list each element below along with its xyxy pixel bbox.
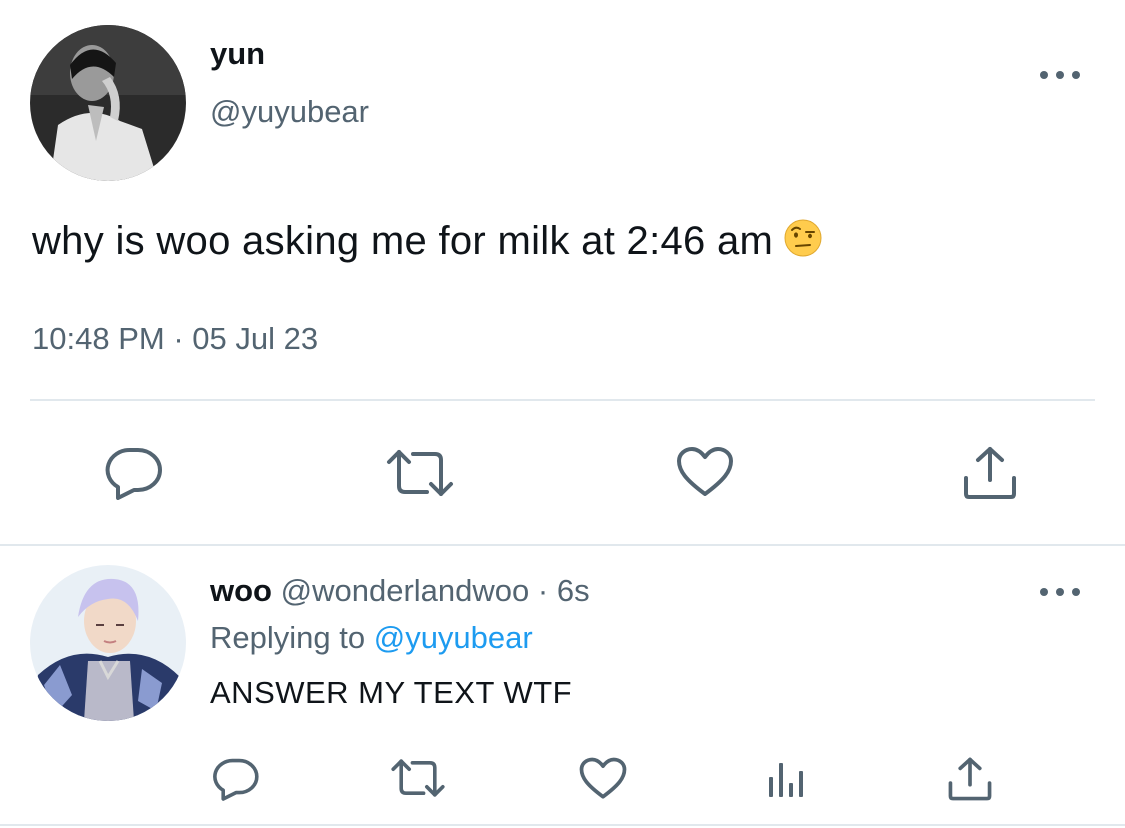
more-options-icon[interactable] <box>1040 582 1080 602</box>
avatar[interactable] <box>30 25 186 181</box>
avatar[interactable] <box>30 565 186 721</box>
reply-icon[interactable] <box>212 757 260 801</box>
divider <box>0 544 1125 546</box>
retweet-icon[interactable] <box>390 758 446 798</box>
more-options-icon[interactable] <box>1040 65 1080 85</box>
tweet-timestamp[interactable]: 10:48 PM · 05 Jul 23 <box>32 321 318 357</box>
user-handle[interactable]: @yuyubear <box>210 94 369 130</box>
separator: · <box>537 573 549 608</box>
analytics-icon[interactable] <box>766 757 806 799</box>
display-name[interactable]: yun <box>210 36 265 72</box>
separator: · <box>173 321 184 356</box>
retweet-icon[interactable] <box>385 448 455 498</box>
display-name[interactable]: woo <box>210 573 272 608</box>
date: 05 Jul 23 <box>192 321 319 356</box>
tweet-text: ANSWER MY TEXT WTF <box>210 675 573 710</box>
replying-prefix: Replying to <box>210 620 366 655</box>
like-icon[interactable] <box>579 757 627 800</box>
reply-header: woo @wonderlandwoo · 6s <box>210 573 590 609</box>
time: 10:48 PM <box>32 321 165 356</box>
reply-icon[interactable] <box>104 446 164 500</box>
share-icon[interactable] <box>962 446 1018 500</box>
user-handle[interactable]: @wonderlandwoo <box>281 573 530 608</box>
tweet-text-content: why is woo asking me for milk at 2:46 am <box>32 219 774 263</box>
divider <box>0 824 1125 826</box>
share-icon[interactable] <box>947 757 993 801</box>
raised-eyebrow-emoji-icon <box>784 219 822 257</box>
relative-time[interactable]: 6s <box>557 573 590 608</box>
divider <box>30 399 1095 401</box>
like-icon[interactable] <box>676 446 734 498</box>
tweet-text: why is woo asking me for milk at 2:46 am <box>32 218 823 264</box>
mention-link[interactable]: @yuyubear <box>374 620 533 655</box>
replying-to: Replying to @yuyubear <box>210 620 533 656</box>
